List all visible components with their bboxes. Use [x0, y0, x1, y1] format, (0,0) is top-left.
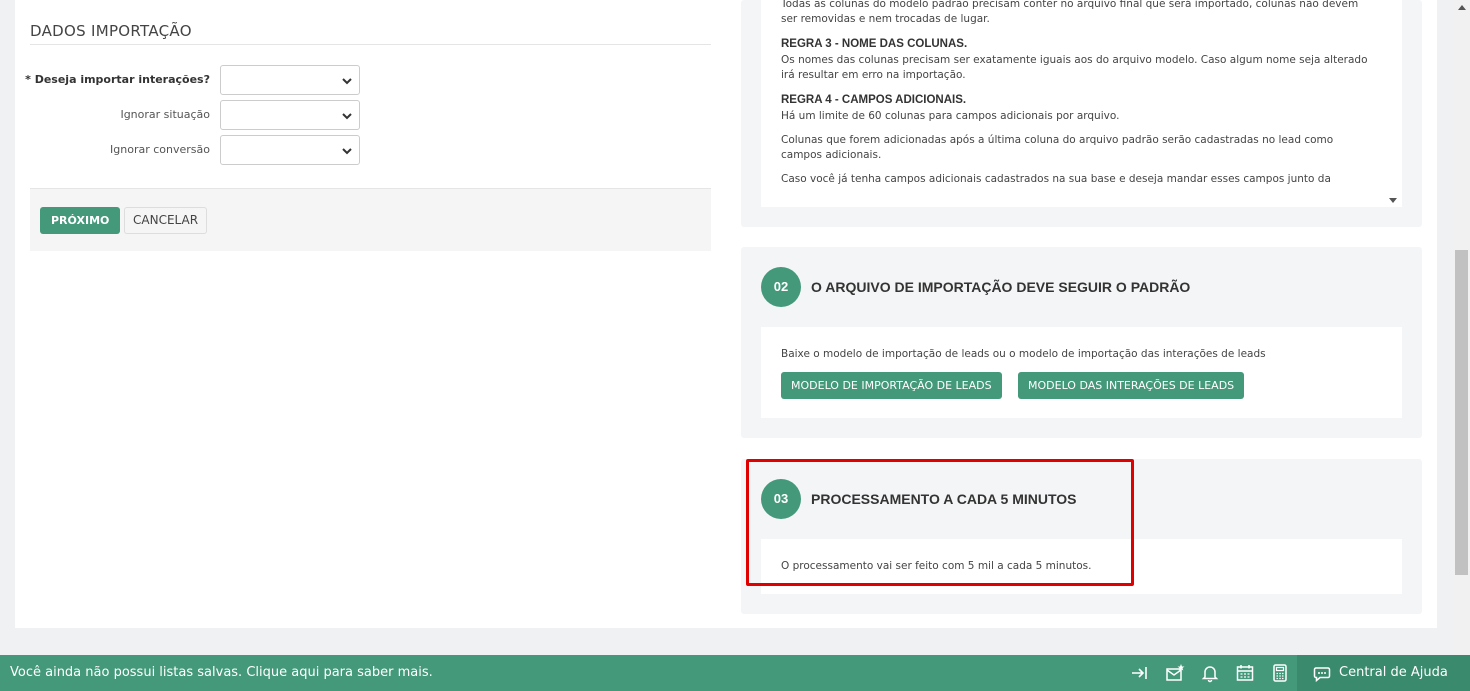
rule4-title: REGRA 4 - CAMPOS ADICIONAIS. [781, 94, 967, 106]
rule4-text-2: Colunas que forem adicionadas após a últ… [781, 134, 1334, 161]
bottom-bar: Você ainda não possui listas salvas. Cli… [0, 655, 1470, 691]
import-interactions-label: * Deseja importar interações? [25, 73, 210, 86]
rules-scrollbar[interactable] [1385, 0, 1402, 207]
lead-interactions-template-button[interactable]: MODELO DAS INTERAÇÕES DE LEADS [1018, 372, 1245, 399]
chevron-down-icon [342, 148, 352, 155]
form-row-import-interactions: * Deseja importar interações? [25, 65, 711, 95]
calendar-icon[interactable] [1235, 663, 1255, 683]
page-scrollbar[interactable] [1453, 0, 1470, 655]
cancel-button[interactable]: CANCELAR [124, 207, 208, 234]
lead-import-template-button[interactable]: MODELO DE IMPORTAÇÃO DE LEADS [781, 372, 1002, 399]
section-divider [30, 44, 711, 45]
help-center-label: Central de Ajuda [1339, 665, 1448, 680]
import-interactions-select[interactable] [220, 65, 360, 95]
highlight-annotation [746, 459, 1134, 586]
rule3-title: REGRA 3 - NOME DAS COLUNAS. [781, 38, 968, 50]
chevron-down-icon [342, 78, 352, 85]
rules-panel: Todas as colunas do modelo padrão precis… [741, 0, 1422, 227]
help-center-button[interactable]: Central de Ajuda [1297, 655, 1470, 691]
bell-icon[interactable] [1200, 663, 1220, 683]
step2-text: Baixe o modelo de importação de leads ou… [781, 348, 1266, 360]
rule4-text-1: Há um limite de 60 colunas para campos a… [781, 110, 1120, 122]
ignore-conversion-label: Ignorar conversão [110, 143, 210, 156]
section-title: DADOS IMPORTAÇÃO [30, 22, 192, 40]
rule3-text: Os nomes das colunas precisam ser exatam… [781, 54, 1368, 81]
scrollbar-thumb[interactable] [1455, 250, 1468, 575]
chevron-down-icon [342, 113, 352, 120]
ignore-status-label: Ignorar situação [120, 108, 210, 121]
collapse-right-icon[interactable] [1130, 663, 1150, 683]
step2-panel: 02 O ARQUIVO DE IMPORTAÇÃO DEVE SEGUIR O… [741, 247, 1422, 438]
scroll-up-arrow-icon[interactable] [1458, 5, 1466, 10]
rule4-text-3: Caso você já tenha campos adicionais cad… [781, 173, 1331, 185]
step2-header: 02 O ARQUIVO DE IMPORTAÇÃO DEVE SEGUIR O… [761, 267, 1401, 307]
mail-star-icon[interactable] [1165, 663, 1185, 683]
rules-intro-text: Todas as colunas do modelo padrão precis… [781, 0, 1359, 25]
form-row-ignore-conversion: Ignorar conversão [30, 135, 711, 165]
form-row-ignore-status: Ignorar situação [30, 100, 711, 130]
scroll-down-arrow-icon[interactable] [1389, 198, 1397, 203]
calculator-icon[interactable] [1270, 663, 1290, 683]
rules-scroll-box[interactable]: Todas as colunas do modelo padrão precis… [761, 0, 1402, 207]
form-footer: PRÓXIMO CANCELAR [30, 188, 711, 251]
rules-content: Todas as colunas do modelo padrão precis… [781, 0, 1371, 196]
next-button[interactable]: PRÓXIMO [40, 207, 121, 234]
step2-title: O ARQUIVO DE IMPORTAÇÃO DEVE SEGUIR O PA… [811, 279, 1191, 295]
chat-help-icon [1313, 667, 1331, 682]
step2-body: Baixe o modelo de importação de leads ou… [761, 327, 1402, 418]
saved-lists-message[interactable]: Você ainda não possui listas salvas. Cli… [10, 665, 433, 680]
step2-number-badge: 02 [761, 267, 801, 307]
ignore-status-select[interactable] [220, 100, 360, 130]
ignore-conversion-select[interactable] [220, 135, 360, 165]
